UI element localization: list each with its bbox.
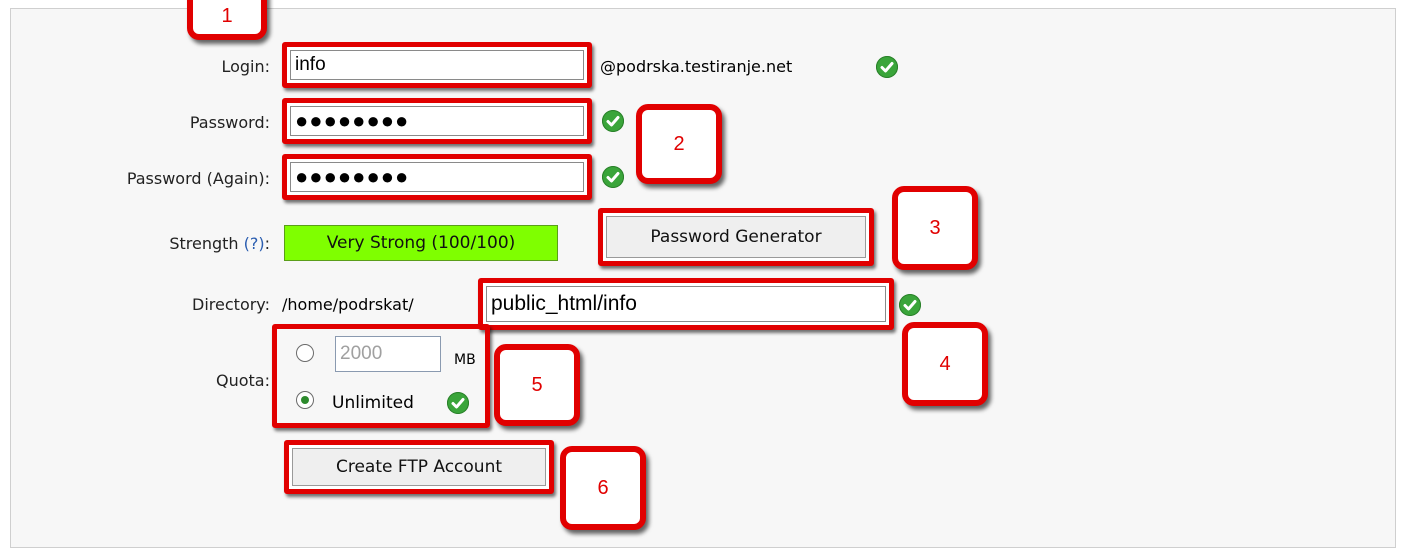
quota-label: Quota: [216, 371, 270, 390]
login-input[interactable] [290, 50, 584, 80]
callout-1: 1 [187, 0, 267, 40]
login-field-frame [282, 42, 592, 88]
strength-label-text: Strength [169, 234, 239, 253]
password-generator-frame: Password Generator [598, 208, 874, 266]
callout-2: 2 [636, 104, 722, 184]
password-again-label: Password (Again): [126, 169, 270, 188]
check-icon [447, 392, 469, 414]
password-input[interactable] [290, 106, 584, 136]
quota-unit: MB [454, 352, 476, 368]
password-again-input[interactable] [290, 162, 584, 192]
login-domain: @podrska.testiranje.net [600, 57, 793, 76]
callout-3: 3 [892, 186, 978, 270]
password-label: Password: [189, 113, 270, 132]
quota-unlimited-radio[interactable] [296, 391, 314, 409]
directory-field-frame [478, 278, 894, 330]
check-icon [602, 166, 624, 188]
password-field-frame [282, 98, 592, 144]
check-icon [602, 110, 624, 132]
password-generator-button[interactable]: Password Generator [606, 216, 866, 258]
check-icon [876, 56, 898, 78]
strength-meter: Very Strong (100/100) [284, 225, 558, 261]
quota-limited-radio[interactable] [296, 344, 314, 362]
callout-5: 5 [494, 344, 580, 426]
directory-label: Directory: [192, 295, 270, 314]
strength-help-link[interactable]: (?) [244, 234, 265, 253]
directory-input[interactable] [486, 286, 886, 322]
quota-limit-input[interactable]: 2000 [335, 336, 441, 372]
login-label: Login: [221, 57, 270, 76]
password-again-field-frame [282, 154, 592, 200]
callout-4: 4 [902, 322, 988, 406]
create-ftp-account-button[interactable]: Create FTP Account [292, 448, 546, 486]
strength-colon: : [264, 234, 270, 253]
create-ftp-account-frame: Create FTP Account [284, 440, 554, 494]
check-icon [899, 294, 921, 316]
callout-6: 6 [560, 446, 646, 530]
directory-prefix: /home/podrskat/ [282, 295, 414, 314]
strength-label: Strength (?): [169, 234, 270, 253]
quota-unlimited-label: Unlimited [332, 393, 414, 413]
